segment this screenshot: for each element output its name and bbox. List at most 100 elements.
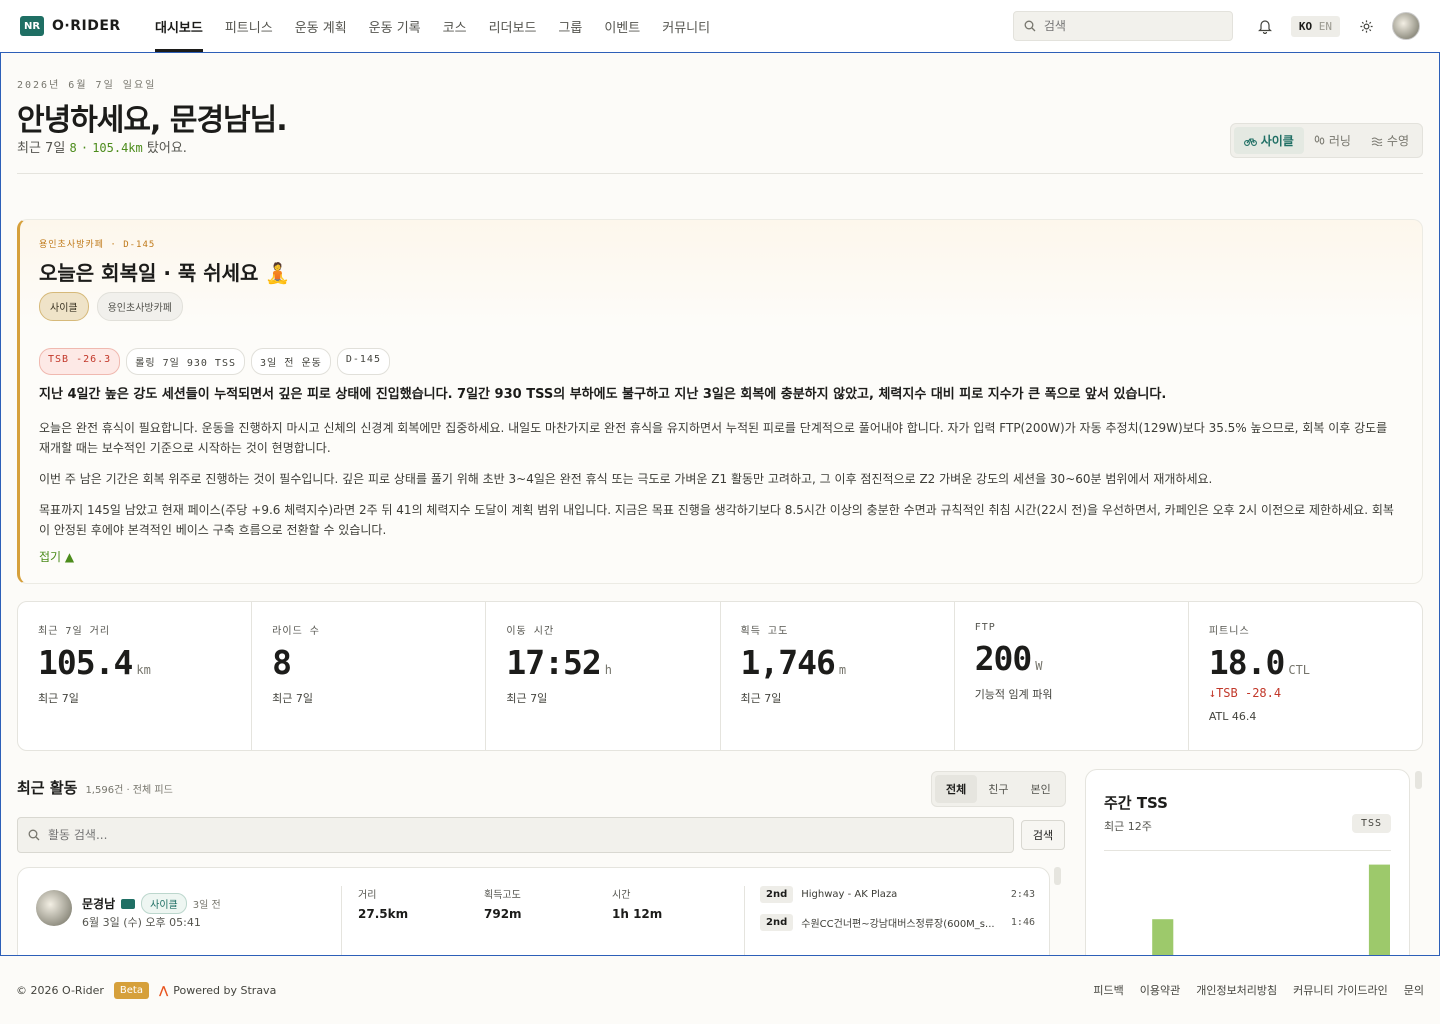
- coach-chip-cycle[interactable]: 사이클: [39, 292, 89, 321]
- filter-friends[interactable]: 친구: [977, 775, 1019, 803]
- activity-divider: [341, 886, 342, 955]
- bell-icon: [1257, 19, 1272, 34]
- sport-tab-cycle-label: 사이클: [1260, 134, 1294, 148]
- strava-icon: ⋀: [158, 983, 169, 997]
- lang-en[interactable]: EN: [1319, 20, 1332, 33]
- header-divider: [17, 173, 1423, 174]
- stat-label: 최근 7일 거리: [38, 626, 111, 637]
- stat-sub: 기능적 임계 파워: [974, 688, 1053, 701]
- footprint-icon: [1314, 135, 1325, 145]
- footer-links: 피드백 이용약관 개인정보처리방침 커뮤니티 가이드라인 문의: [1093, 982, 1424, 998]
- stat-value: 8: [272, 643, 292, 682]
- recent-summary: 최근 7일 8 · 105.4km 탔어요.: [17, 137, 1423, 156]
- stat-distance: 최근 7일 거리 105.4 km 최근 7일: [18, 602, 253, 750]
- tss-bar-3: [1152, 919, 1174, 955]
- sport-tab-cycle[interactable]: 사이클: [1233, 127, 1304, 154]
- nav-events[interactable]: 이벤트: [593, 0, 651, 52]
- stat-label: 라이드 수: [272, 626, 320, 637]
- language-toggle[interactable]: KO EN: [1290, 15, 1340, 37]
- coach-tags: TSB -26.3 롤링 7일 930 TSS 3일 전 운동 D-145: [39, 348, 390, 375]
- metric-elevation: 획득고도 792m: [484, 890, 522, 921]
- activity-avatar[interactable]: [36, 890, 72, 926]
- nav-courses[interactable]: 코스: [432, 0, 478, 52]
- coach-paragraph-3: 목표까지 145일 남았고 현재 페이스(주당 +9.6 체력지수)라면 2주 …: [39, 503, 1394, 537]
- sport-tab-swim[interactable]: 수영: [1361, 127, 1419, 154]
- weekly-tss-card: 주간 TSS 최근 12주 TSS: [1085, 769, 1410, 955]
- footer: © 2026 O-Rider Beta ⋀ Powered by Strava …: [0, 956, 1440, 1024]
- bike-icon: [1243, 137, 1257, 146]
- footer-link-contact[interactable]: 문의: [1404, 982, 1424, 998]
- global-search[interactable]: [1012, 11, 1233, 41]
- nav-fitness[interactable]: 피트니스: [214, 0, 284, 52]
- activity-search-input[interactable]: [48, 828, 948, 842]
- segment-name[interactable]: Highway - AK Plaza: [801, 889, 1005, 900]
- activity-header: 최근 활동 1,596건 · 전체 피드: [17, 777, 173, 798]
- stat-sub: 최근 7일: [740, 692, 782, 705]
- segment-row[interactable]: 2nd 수원CC건너편~강남대버스정류장(600M_s... 1:46: [760, 914, 1035, 931]
- tag-tsb: TSB -26.3: [39, 348, 121, 375]
- activity-search-button[interactable]: 검색: [1021, 820, 1065, 850]
- stat-value: 17:52 h: [506, 643, 612, 682]
- footer-link-guidelines[interactable]: 커뮤니티 가이드라인: [1293, 982, 1388, 998]
- stat-value: 1,746 m: [740, 643, 847, 682]
- coach-paragraph-1: 오늘은 완전 휴식이 필요합니다. 운동을 진행하지 마시고 신체의 신경계 회…: [39, 421, 1388, 455]
- page-title: 안녕하세요, 문경남님.: [17, 103, 288, 138]
- user-avatar[interactable]: [1392, 12, 1420, 40]
- wave-icon: [1371, 137, 1383, 146]
- activity-divider: [744, 886, 745, 955]
- segment-name[interactable]: 수원CC건너편~강남대버스정류장(600M_s...: [801, 915, 1005, 930]
- medal-icon: 2nd: [760, 914, 794, 931]
- nav-dashboard[interactable]: 대시보드: [144, 0, 214, 52]
- search-icon: [28, 829, 40, 841]
- coach-chip-event[interactable]: 용인초사방카페: [96, 292, 184, 321]
- lang-ko[interactable]: KO: [1299, 20, 1312, 33]
- nav-community[interactable]: 커뮤니티: [651, 0, 721, 52]
- powered-by-strava[interactable]: Powered by Strava: [173, 984, 276, 997]
- stat-sub: 최근 7일: [38, 692, 79, 705]
- activity-date: 6월 3일 (수) 오후 05:41: [82, 916, 201, 929]
- stat-value: 105.4 km: [38, 643, 151, 682]
- filter-all[interactable]: 전체: [935, 775, 978, 803]
- beta-badge: Beta: [113, 981, 149, 999]
- stat-label: FTP: [974, 622, 996, 633]
- footer-link-privacy[interactable]: 개인정보처리방침: [1196, 982, 1277, 998]
- activity-card[interactable]: 문경남 사이클 3일 전 6월 3일 (수) 오후 05:41 거리 27.5k…: [17, 867, 1050, 955]
- stat-value: 18.0 CTL: [1208, 643, 1311, 682]
- sport-tab-run[interactable]: 러닝: [1304, 127, 1361, 154]
- brand-name: O·RIDER: [52, 18, 121, 34]
- tag-last-workout: 3일 전 운동: [251, 348, 331, 375]
- stat-ftp: FTP 200 W 기능적 임계 파워: [955, 602, 1189, 750]
- activity-ago: 3일 전: [192, 900, 221, 911]
- segment-row[interactable]: 2nd Highway - AK Plaza 2:43: [760, 886, 1035, 903]
- footer-link-terms[interactable]: 이용약관: [1140, 982, 1180, 998]
- nav-leaderboard[interactable]: 리더보드: [478, 0, 548, 52]
- nav-training-plan[interactable]: 운동 계획: [284, 0, 358, 52]
- weekly-tss-divider: [1104, 850, 1391, 851]
- sport-tab-swim-label: 수영: [1386, 134, 1409, 148]
- weekly-tss-badge[interactable]: TSS: [1351, 814, 1391, 833]
- fold-button[interactable]: 접기 ▲: [39, 548, 74, 565]
- activity-search[interactable]: [17, 817, 1014, 853]
- activity-sport: 사이클: [141, 893, 187, 914]
- athlete-name[interactable]: 문경남: [82, 895, 115, 912]
- global-search-input[interactable]: [1043, 19, 1214, 33]
- settings-button[interactable]: [1352, 12, 1380, 40]
- tag-rolling-tss: 롤링 7일 930 TSS: [126, 348, 245, 375]
- footer-link-feedback[interactable]: 피드백: [1093, 982, 1123, 998]
- stat-atl: ATL 46.4: [1208, 710, 1257, 723]
- notification-button[interactable]: [1251, 12, 1279, 40]
- team-logo-icon: [121, 898, 136, 909]
- page-scrollbar[interactable]: [1415, 771, 1422, 789]
- stat-sub: 최근 7일: [506, 692, 548, 705]
- filter-mine[interactable]: 본인: [1020, 775, 1062, 803]
- nav-right: KO EN: [1012, 0, 1420, 52]
- activity-scrollbar[interactable]: [1054, 867, 1061, 885]
- brand[interactable]: NR O·RIDER: [20, 16, 144, 36]
- nav-groups[interactable]: 그룹: [547, 0, 593, 52]
- coach-card: 용인초사방카페 · D-145 오늘은 회복일 · 푹 쉬세요 🧘 사이클 용인…: [17, 219, 1423, 584]
- footer-copyright: © 2026 O-Rider: [16, 983, 104, 997]
- nav-workout-log[interactable]: 운동 기록: [358, 0, 432, 52]
- metric-distance: 거리 27.5km: [358, 890, 409, 921]
- tag-dday: D-145: [336, 348, 390, 375]
- activity-athlete: 문경남 사이클 3일 전: [82, 893, 221, 914]
